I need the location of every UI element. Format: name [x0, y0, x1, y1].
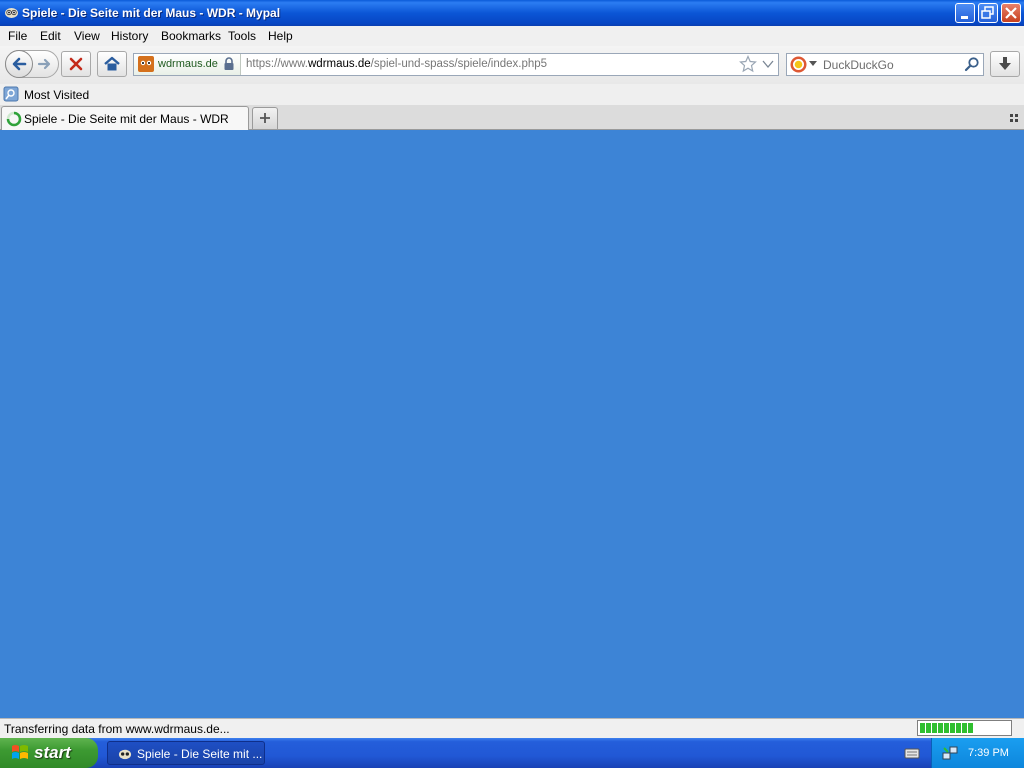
window-title: Spiele - Die Seite mit der Maus - WDR - … — [22, 6, 281, 20]
progress-bar — [917, 720, 1012, 736]
mypal-icon — [5, 8, 18, 18]
search-input[interactable]: DuckDuckGo — [823, 58, 894, 72]
stop-button[interactable] — [61, 51, 91, 77]
duckduckgo-icon[interactable] — [790, 56, 807, 73]
bookmarks-toolbar — [0, 84, 1024, 105]
downloads-button[interactable] — [990, 51, 1020, 77]
keyboard-icon[interactable] — [904, 746, 920, 760]
close-button[interactable] — [1001, 3, 1021, 23]
lock-icon — [224, 57, 234, 70]
home-icon — [104, 56, 120, 71]
forward-icon — [37, 58, 51, 70]
minimize-button[interactable] — [955, 3, 975, 23]
site-favicon — [138, 56, 154, 72]
mypal-icon — [118, 749, 132, 760]
start-button[interactable]: start — [0, 738, 98, 768]
site-identity-button[interactable]: wdrmaus.de — [134, 54, 241, 75]
status-text: Transferring data from www.wdrmaus.de... — [4, 722, 230, 736]
menu-history[interactable]: History — [111, 29, 148, 43]
most-visited-label: Most Visited — [24, 88, 90, 102]
dropdown-icon[interactable] — [762, 59, 774, 69]
home-button[interactable] — [97, 51, 127, 77]
menu-bookmarks[interactable]: Bookmarks — [161, 29, 221, 43]
download-icon — [999, 57, 1011, 70]
site-identity-label: wdrmaus.de — [158, 58, 218, 70]
star-icon[interactable] — [739, 55, 757, 73]
forward-button[interactable] — [34, 54, 56, 74]
network-icon[interactable] — [941, 744, 959, 762]
taskbar-window-button[interactable]: Spiele - Die Seite mit ... — [107, 741, 265, 765]
loading-icon — [6, 111, 22, 127]
plus-icon — [260, 113, 270, 123]
menu-file[interactable]: File — [8, 29, 27, 43]
search-icon[interactable] — [964, 56, 980, 72]
back-icon — [12, 57, 27, 71]
minimize-icon — [961, 16, 968, 19]
menu-help[interactable]: Help — [268, 29, 293, 43]
url-path: /spiel-und-spass/spiele/index.php5 — [370, 58, 548, 70]
restore-icon — [981, 6, 994, 19]
url-domain: wdrmaus.de — [308, 58, 371, 70]
menu-tools[interactable]: Tools — [228, 29, 256, 43]
progress-fill — [920, 723, 973, 733]
windows-logo-icon — [12, 745, 28, 759]
tab-list-icon[interactable] — [1009, 113, 1019, 123]
stop-icon — [69, 57, 83, 71]
tab-label: Spiele - Die Seite mit der Maus - WDR — [24, 112, 229, 126]
page-content[interactable] — [0, 130, 1024, 718]
menu-edit[interactable]: Edit — [40, 29, 61, 43]
back-button[interactable] — [5, 50, 33, 78]
close-icon — [1005, 7, 1017, 19]
start-label: start — [34, 743, 71, 762]
taskbar-window-label: Spiele - Die Seite mit ... — [137, 747, 263, 761]
new-tab-button[interactable] — [252, 107, 278, 129]
menu-bar — [0, 26, 1024, 46]
clock[interactable]: 7:39 PM — [968, 747, 1009, 759]
search-engine-dropdown-icon[interactable] — [809, 61, 817, 67]
tab-active[interactable]: Spiele - Die Seite mit der Maus - WDR — [1, 106, 249, 130]
url-text[interactable]: https://www.wdrmaus.de/spiel-und-spass/s… — [246, 58, 547, 70]
url-prefix: https://www. — [246, 58, 308, 70]
menu-view[interactable]: View — [74, 29, 100, 43]
restore-button[interactable] — [978, 3, 998, 23]
bookmark-folder-icon — [3, 86, 19, 102]
